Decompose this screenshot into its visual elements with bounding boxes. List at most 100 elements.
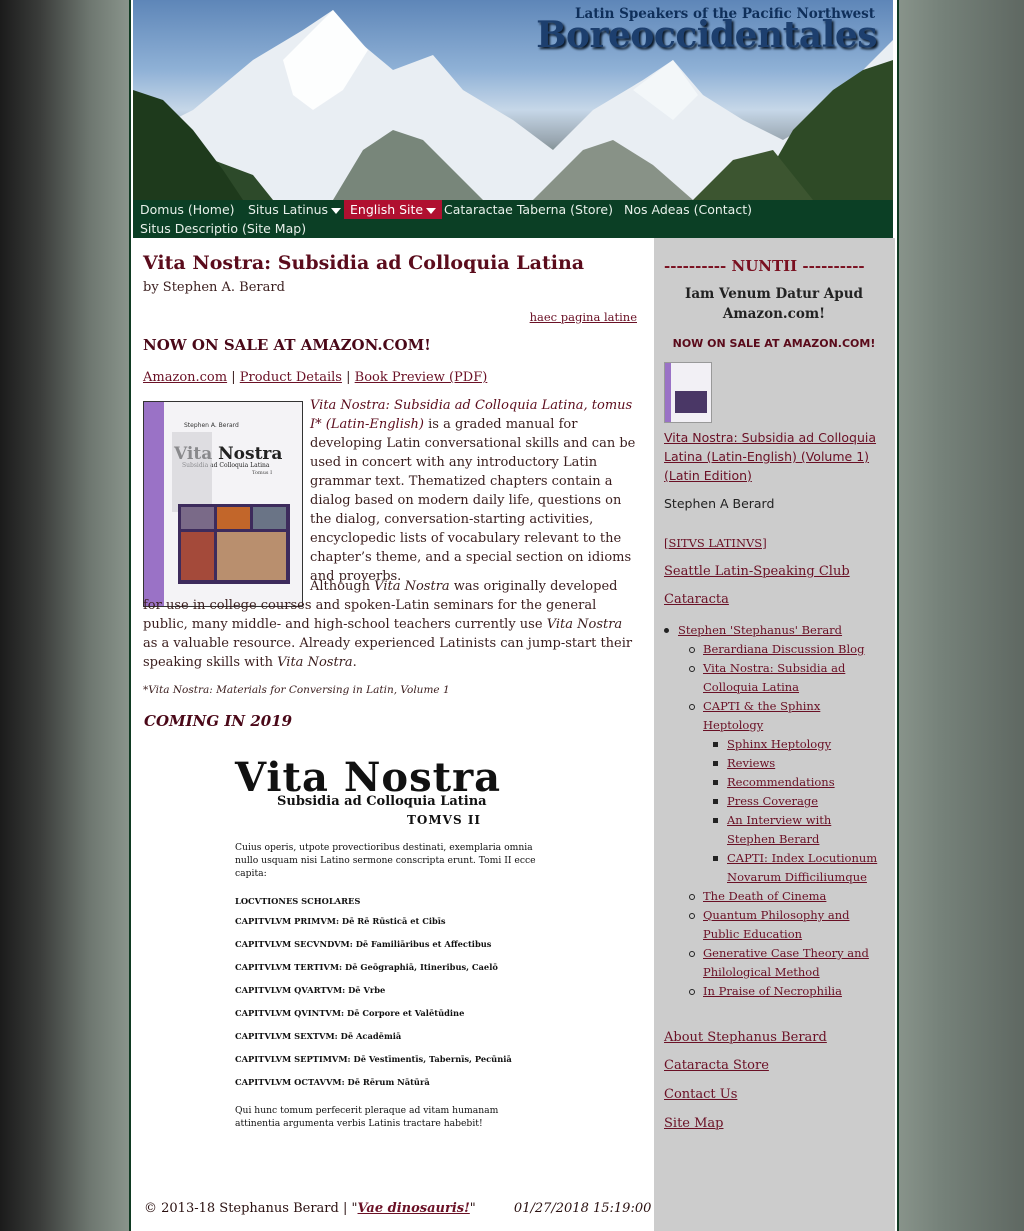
list-item[interactable]: CAPTI: Index Locutionum Novarum Difficil… <box>713 849 887 887</box>
chevron-down-icon <box>331 207 342 214</box>
bullet-icon <box>689 894 695 900</box>
sidebar-book-thumbnail[interactable] <box>664 362 712 423</box>
situs-latinus-link[interactable]: [SITVS LATINVS] <box>664 536 767 550</box>
dinosaur-quote-link[interactable]: Vae dinosauris! <box>358 1201 470 1216</box>
bullet-icon <box>689 647 695 653</box>
tree-link[interactable]: Berardiana Discussion Blog <box>703 642 864 656</box>
list-item[interactable]: Sphinx Heptology <box>713 735 831 754</box>
nav-item-site-map[interactable]: Situs Descriptio (Site Map) <box>134 219 312 238</box>
vol2-locutiones: LOCVTIONES SCHOLARES <box>235 896 361 906</box>
cataracta-link[interactable]: Cataracta <box>664 592 729 607</box>
separator: | <box>231 370 236 385</box>
nav-label: Cataractae Taberna (Store) <box>444 202 613 217</box>
list-item[interactable]: Vita Nostra: Subsidia ad Colloquia Latin… <box>689 659 853 697</box>
tree-link[interactable]: An Interview with Stephen Berard <box>727 813 831 846</box>
tree-link[interactable]: Stephen 'Stephanus' Berard <box>678 623 842 637</box>
about-link[interactable]: About Stephanus Berard <box>664 1030 827 1045</box>
nav-item-situs-latinus[interactable]: Situs Latinus <box>242 200 347 219</box>
nav-label: Situs Latinus <box>248 202 329 217</box>
separator: | <box>346 370 351 385</box>
site-title[interactable]: Boreoccidentales <box>536 14 877 56</box>
list-item[interactable]: The Death of Cinema <box>689 887 826 906</box>
nav-label: Domus (Home) <box>140 202 235 217</box>
list-item[interactable]: Stephen 'Stephanus' Berard <box>664 621 842 640</box>
site-map-link[interactable]: Site Map <box>664 1116 724 1131</box>
vol2-intro: Cuius operis, utpote provectioribus dest… <box>235 842 536 879</box>
tree-link[interactable]: Generative Case Theory and Philological … <box>703 946 869 979</box>
usage-italic: Vita Nostra <box>277 655 353 670</box>
nav-item-english-site[interactable]: English Site <box>344 200 443 219</box>
product-links: Amazon.com | Product Details | Book Prev… <box>143 370 487 385</box>
nav-item-home[interactable]: Domus (Home) <box>134 200 241 219</box>
tree-link[interactable]: Press Coverage <box>727 794 818 808</box>
cover-tomus: Tomus I <box>252 470 273 476</box>
vol2-tomus: TOMVS II <box>407 813 482 827</box>
bullet-icon <box>689 704 695 710</box>
tree-link[interactable]: CAPTI: Index Locutionum Novarum Difficil… <box>727 851 877 884</box>
tree-link[interactable]: Reviews <box>727 756 775 770</box>
bullet-icon <box>689 989 695 995</box>
footer: © 2013-18 Stephanus Berard | "Vae dinosa… <box>144 1201 651 1216</box>
tree-link[interactable]: Sphinx Heptology <box>727 737 831 751</box>
store-link[interactable]: Cataracta Store <box>664 1058 769 1073</box>
timestamp: 01/27/2018 15:19:00 <box>513 1201 652 1216</box>
sidebar-author: Stephen A Berard <box>664 496 775 511</box>
list-item[interactable]: Press Coverage <box>713 792 818 811</box>
tree-link[interactable]: In Praise of Necrophilia <box>703 984 842 998</box>
list-item[interactable]: Quantum Philosophy and Public Education <box>689 906 853 944</box>
tree-link[interactable]: Quantum Philosophy and Public Education <box>703 908 849 941</box>
tree-link[interactable]: CAPTI & the Sphinx Heptology <box>703 699 820 732</box>
nav-item-contact[interactable]: Nos Adeas (Contact) <box>618 200 758 219</box>
product-details-link[interactable]: Product Details <box>240 370 342 385</box>
tree-link[interactable]: Vita Nostra: Subsidia ad Colloquia Latin… <box>703 661 845 694</box>
vol2-chapter: CAPITVLVM SEXTVM: Dē Acadēmiā <box>235 1031 402 1041</box>
vol2-subtitle: Subsidia ad Colloquia Latina <box>277 794 487 809</box>
list-item[interactable]: An Interview with Stephen Berard <box>713 811 842 849</box>
cover-column-graphic <box>172 432 212 512</box>
seattle-club-link[interactable]: Seattle Latin-Speaking Club <box>664 564 850 579</box>
nav-label: Situs Descriptio (Site Map) <box>140 221 307 236</box>
vol2-chapter: CAPITVLVM TERTIVM: Dē Geōgraphiā, Itiner… <box>235 962 498 972</box>
latin-version-link[interactable]: haec pagina latine <box>530 310 637 324</box>
bullet-icon <box>713 799 718 804</box>
bullet-icon <box>713 742 718 747</box>
list-item[interactable]: Reviews <box>713 754 775 773</box>
list-item[interactable]: Berardiana Discussion Blog <box>689 640 864 659</box>
sidebar: ---------- NUNTII ---------- Iam Venum D… <box>654 238 895 1231</box>
bullet-icon <box>689 913 695 919</box>
bullet-icon <box>713 780 718 785</box>
vol2-chapter: CAPITVLVM QVARTVM: Dē Vrbe <box>235 985 386 995</box>
usage-text: as a valuable resource. Already experien… <box>143 636 633 670</box>
vol2-chapter-list: CAPITVLVM PRIMVM: Dē Rē Rūsticā et Cibīs… <box>235 910 555 1094</box>
tree-link[interactable]: Recommendations <box>727 775 835 789</box>
copyright: © 2013-18 Stephanus Berard <box>144 1201 339 1216</box>
vol2-chapter: CAPITVLVM QVINTVM: Dē Corpore et Valētūd… <box>235 1008 465 1018</box>
nav-item-store[interactable]: Cataractae Taberna (Store) <box>438 200 619 219</box>
vol2-chapter: CAPITVLVM PRIMVM: Dē Rē Rūsticā et Cibīs <box>235 916 446 926</box>
book-preview-link[interactable]: Book Preview (PDF) <box>355 370 488 385</box>
main-nav: Domus (Home) Situs Latinus English Site … <box>133 200 893 238</box>
chevron-down-icon <box>426 207 437 214</box>
list-item[interactable]: Recommendations <box>713 773 835 792</box>
vol2-title: Vita Nostra <box>235 754 502 801</box>
tree-link[interactable]: The Death of Cinema <box>703 889 826 903</box>
bullet-icon <box>689 666 695 672</box>
amazon-link[interactable]: Amazon.com <box>143 370 227 385</box>
list-item[interactable]: CAPTI & the Sphinx Heptology <box>689 697 833 735</box>
bullet-icon <box>689 951 695 957</box>
usage-text: . <box>352 655 357 670</box>
bullet-icon <box>664 628 669 633</box>
list-item[interactable]: In Praise of Necrophilia <box>689 982 842 1001</box>
bullet-icon <box>713 761 718 766</box>
contact-link[interactable]: Contact Us <box>664 1087 737 1102</box>
cover-author: Stephen A. Berard <box>184 422 239 429</box>
intro-text: is a graded manual for developing Latin … <box>310 417 636 584</box>
page-container: Latin Speakers of the Pacific Northwest … <box>129 0 899 1231</box>
usage-paragraph: Although Vita Nostra was originally deve… <box>143 577 637 672</box>
nav-label: Nos Adeas (Contact) <box>624 202 752 217</box>
usage-italic: Vita Nostra <box>374 579 450 594</box>
list-item[interactable]: Generative Case Theory and Philological … <box>689 944 873 982</box>
vol2-chapter: CAPITVLVM OCTAVVM: Dē Rērum Nātūrā <box>235 1077 430 1087</box>
footnote: *Vita Nostra: Materials for Conversing i… <box>143 684 450 696</box>
sidebar-book-link[interactable]: Vita Nostra: Subsidia ad Colloquia Latin… <box>664 428 889 485</box>
